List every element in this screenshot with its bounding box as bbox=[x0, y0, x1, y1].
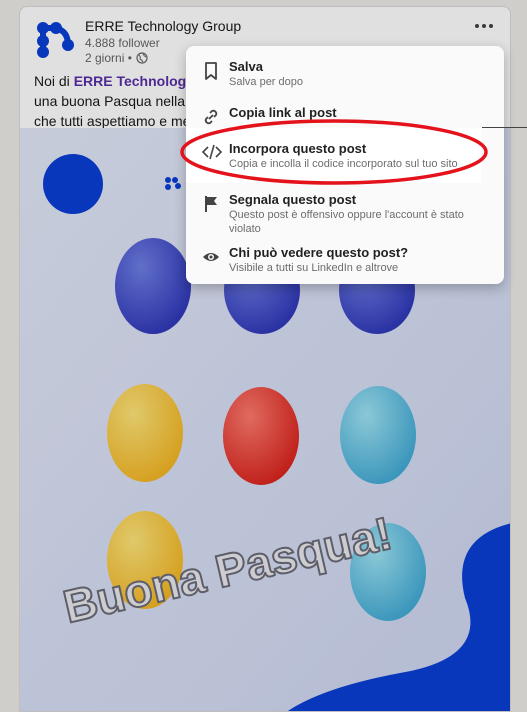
post-text-prefix: Noi di bbox=[34, 73, 74, 89]
menu-item-report[interactable]: Segnala questo post Questo post è offens… bbox=[186, 192, 504, 235]
menu-item-embed-highlight[interactable]: Incorpora questo post Copia e incolla il… bbox=[186, 128, 481, 183]
annotation-pointer-line bbox=[482, 127, 527, 128]
menu-item-sublabel: Questo post è offensivo oppure l'account… bbox=[229, 209, 464, 221]
flag-icon bbox=[205, 196, 217, 212]
menu-item-label: Segnala questo post bbox=[229, 192, 357, 207]
menu-item-label: Chi può vedere questo post? bbox=[229, 245, 409, 260]
bookmark-icon bbox=[205, 62, 217, 80]
eye-icon bbox=[203, 253, 219, 261]
company-name[interactable]: ERRE Technology Group bbox=[85, 18, 241, 34]
menu-item-label: Salva bbox=[229, 59, 263, 74]
dot-icon bbox=[482, 24, 486, 28]
post-age-label: 2 giorni • bbox=[85, 51, 132, 65]
globe-icon bbox=[136, 52, 148, 64]
link-icon bbox=[204, 109, 218, 125]
menu-item-sublabel: Salva per dopo bbox=[229, 76, 303, 88]
dot-icon bbox=[489, 24, 493, 28]
menu-item-sublabel-cont: violato bbox=[229, 223, 261, 235]
menu-item-label: Incorpora questo post bbox=[229, 141, 367, 156]
menu-item-visibility[interactable]: Chi può vedere questo post? Visibile a t… bbox=[186, 245, 504, 287]
menu-item-sublabel: Copia e incolla il codice incorporato su… bbox=[229, 158, 458, 170]
company-logo[interactable] bbox=[34, 19, 76, 61]
post-age: 2 giorni • bbox=[85, 51, 148, 65]
menu-item-label: Copia link al post bbox=[229, 105, 337, 120]
follower-count: 4.888 follower bbox=[85, 36, 160, 50]
dot-icon bbox=[475, 24, 479, 28]
menu-item-sublabel: Visibile a tutti su LinkedIn e altrove bbox=[229, 262, 399, 274]
more-options-button[interactable] bbox=[472, 17, 496, 35]
menu-item-save[interactable]: Salva Salva per dopo bbox=[186, 59, 504, 101]
code-icon bbox=[201, 144, 223, 160]
